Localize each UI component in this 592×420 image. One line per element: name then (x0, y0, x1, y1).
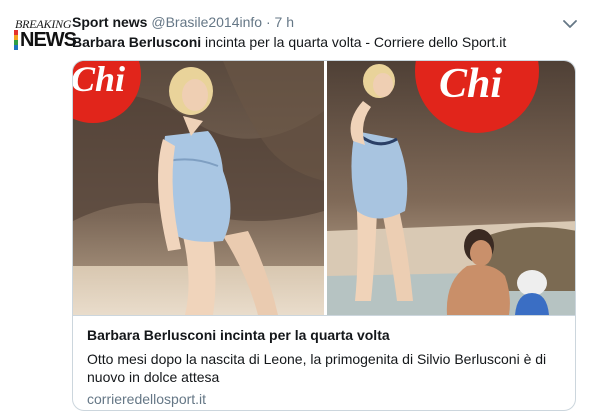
tweet-header: Sport news @Brasile2014info · 7 h (72, 13, 294, 31)
link-card[interactable]: Chi Chi Barbara Berlusconi incinta per l… (72, 60, 576, 411)
tweet[interactable]: BREAKING NEWS Sport news @Brasile2014inf… (0, 0, 592, 420)
header-separator: · (265, 14, 271, 30)
photo-right[interactable]: Chi (327, 61, 575, 315)
avatar-news-text: NEWS (20, 29, 77, 51)
card-title[interactable]: Barbara Berlusconi incinta per la quarta… (87, 327, 390, 343)
tweet-text-rest: incinta per la quarta volta - Corriere d… (201, 34, 507, 50)
tweet-text-bold: Barbara Berlusconi (72, 34, 202, 50)
chevron-down-icon[interactable] (563, 16, 577, 28)
card-domain[interactable]: corrieredellosport.it (87, 391, 206, 407)
photo-logo-right: Chi (439, 61, 502, 107)
author-name[interactable]: Sport news (72, 14, 147, 30)
photo-left[interactable]: Chi (73, 61, 324, 315)
tweet-text: Barbara Berlusconi incinta per la quarta… (72, 33, 506, 51)
avatar[interactable]: BREAKING NEWS (14, 12, 77, 60)
author-handle[interactable]: @Brasile2014info (151, 14, 262, 30)
card-photos[interactable]: Chi Chi (73, 61, 575, 315)
card-body[interactable]: Barbara Berlusconi incinta per la quarta… (73, 315, 575, 410)
avatar-stripes (14, 30, 18, 50)
tweet-time[interactable]: 7 h (275, 14, 294, 30)
card-description: Otto mesi dopo la nascita di Leone, la p… (87, 351, 547, 385)
avatar-news-row: NEWS (14, 29, 77, 51)
photo-logo-left: Chi (73, 61, 125, 99)
